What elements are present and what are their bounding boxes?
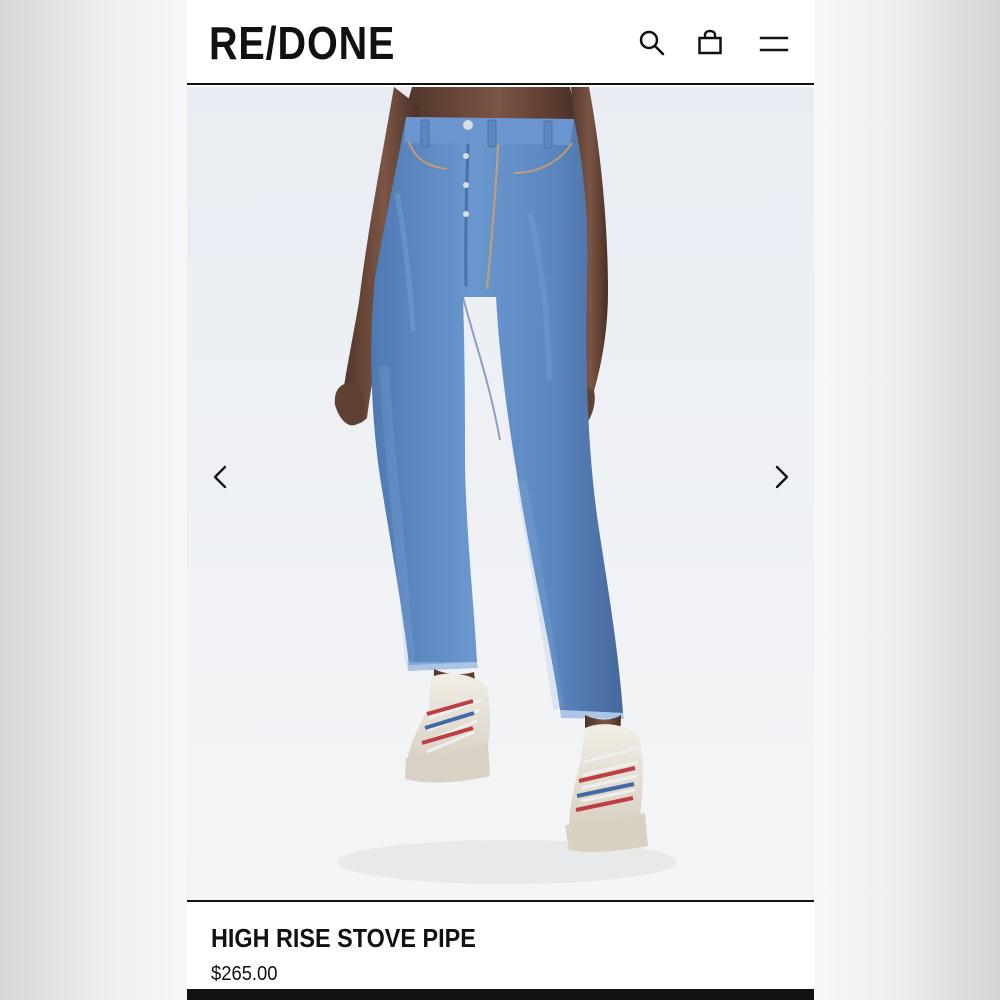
search-icon[interactable] — [635, 26, 669, 60]
product-image-carousel[interactable] — [187, 87, 814, 900]
product-photo-jeans — [187, 87, 814, 900]
chevron-left-icon[interactable] — [203, 459, 239, 495]
product-name: HIGH RISE STOVE PIPE — [211, 923, 476, 953]
chevron-right-icon[interactable] — [763, 459, 799, 495]
screen-background-right — [814, 0, 1000, 1000]
product-price: $265.00 — [211, 963, 278, 985]
menu-icon[interactable] — [756, 26, 790, 60]
shopping-bag-icon[interactable] — [693, 26, 727, 60]
screen-background-left — [0, 0, 187, 1000]
bottom-bar — [187, 989, 814, 1000]
mobile-page: RE/DONE HIGH RISE STOVE PIPE $265.00 — [187, 0, 814, 1000]
brand-logo[interactable]: RE/DONE — [209, 14, 395, 72]
site-header: RE/DONE — [187, 0, 814, 85]
product-info: HIGH RISE STOVE PIPE $265.00 — [187, 900, 814, 989]
